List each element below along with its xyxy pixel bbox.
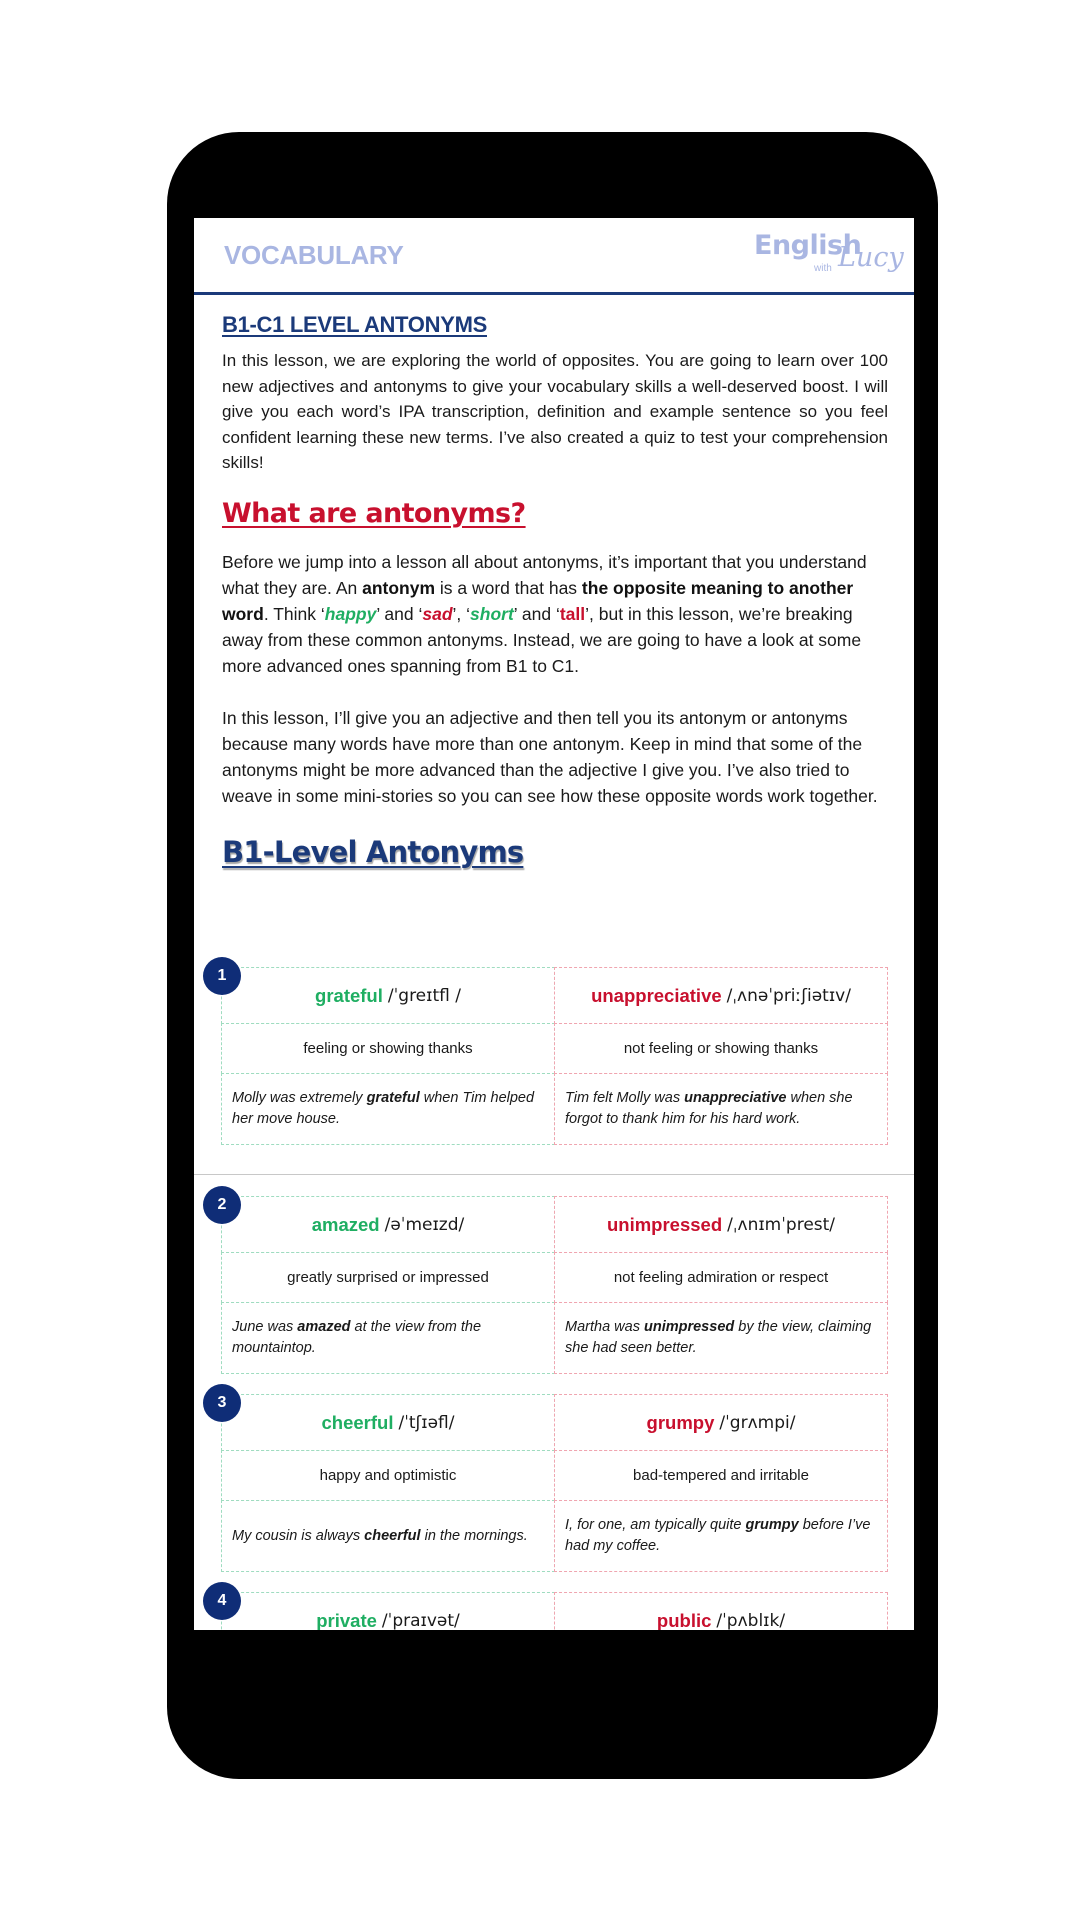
example-bold-word: cheerful <box>364 1527 421 1544</box>
section-title: VOCABULARY <box>224 240 404 270</box>
definition-cell: bad-tempered and irritable <box>554 1450 888 1501</box>
text-run: June was <box>232 1319 298 1335</box>
intro-paragraph: In this lesson, we are exploring the wor… <box>222 351 888 472</box>
example-bold-word: unimpressed <box>643 1319 735 1335</box>
adjective-column: cheerful/ˈtʃɪəfl/ happy and optimistic M… <box>221 1394 555 1572</box>
lesson-heading: B1-C1 LEVEL ANTONYMS <box>222 312 487 337</box>
bold-term: antonym <box>362 577 436 598</box>
english-with-lucy-logo: English with Lucy <box>754 230 904 282</box>
example-cell: I, for one, am typically quite grumpy be… <box>554 1500 888 1572</box>
example-word-tall: tall <box>559 603 586 624</box>
b1-level-heading: B1-Level Antonyms <box>222 834 524 869</box>
explanation-paragraph: In this lesson, I’ll give you an adjecti… <box>222 707 878 806</box>
antonym-word: public <box>656 1609 712 1631</box>
ipa-transcription: /ˈpʌblɪk/ <box>716 1610 786 1631</box>
antonym-column: unimpressed/ˌʌnɪmˈprest/ not feeling adm… <box>554 1196 888 1374</box>
ipa-transcription: /ˌʌnəˈpriːʃiətɪv/ <box>726 985 851 1006</box>
antonym-card: 3 cheerful/ˈtʃɪəfl/ happy and optimistic… <box>203 1384 888 1572</box>
example-bold-word: unappreciative <box>684 1090 787 1106</box>
definition-cell: happy and optimistic <box>221 1450 555 1501</box>
text-run: ’ and ‘ <box>376 603 423 624</box>
word-cell: unappreciative/ˌʌnəˈpriːʃiətɪv/ <box>554 967 888 1024</box>
adjective-column: private/ˈpraɪvət/ <box>221 1592 555 1630</box>
definition-cell: not feeling admiration or respect <box>554 1252 888 1303</box>
text-run: ’ and ‘ <box>513 603 560 624</box>
antonym-word: grumpy <box>646 1411 715 1433</box>
word-cell: public/ˈpʌblɪk/ <box>554 1592 888 1630</box>
ipa-transcription: /ˌʌnɪmˈprest/ <box>727 1214 836 1235</box>
example-word-short: short <box>470 603 514 624</box>
card-number-badge: 4 <box>203 1582 241 1620</box>
example-cell: Molly was extremely grateful when Tim he… <box>221 1073 555 1145</box>
text-run: in the mornings. <box>420 1527 528 1544</box>
adjective-column: amazed/əˈmeɪzd/ greatly surprised or imp… <box>221 1196 555 1374</box>
adjective-word: private <box>316 1609 377 1631</box>
antonym-word: unimpressed <box>606 1213 723 1235</box>
antonym-card: 2 amazed/əˈmeɪzd/ greatly surprised or i… <box>203 1186 888 1374</box>
antonym-card: 4 private/ˈpraɪvət/ public/ˈpʌblɪk/ <box>203 1582 888 1630</box>
card-number-badge: 1 <box>203 957 241 995</box>
page-break-divider <box>194 1174 914 1175</box>
definition-paragraph: Before we jump into a lesson all about a… <box>222 549 888 679</box>
example-bold-word: amazed <box>297 1319 351 1335</box>
adjective-word: grateful <box>315 984 383 1006</box>
example-word-sad: sad <box>422 603 453 624</box>
card-number-badge: 2 <box>203 1186 241 1224</box>
example-word-happy: happy <box>324 603 377 624</box>
document-content: B1-C1 LEVEL ANTONYMS In this lesson, we … <box>222 312 888 869</box>
card-number-badge: 3 <box>203 1384 241 1422</box>
antonym-word: unappreciative <box>591 984 722 1006</box>
word-cell: unimpressed/ˌʌnɪmˈprest/ <box>554 1196 888 1253</box>
word-cell: private/ˈpraɪvət/ <box>221 1592 555 1630</box>
text-run: is a word that has <box>435 577 582 598</box>
text-run: . Think ‘ <box>263 603 325 624</box>
word-cell: amazed/əˈmeɪzd/ <box>221 1196 555 1253</box>
page-header: VOCABULARY English with Lucy <box>194 218 914 295</box>
example-cell: My cousin is always cheerful in the morn… <box>221 1500 555 1572</box>
logo-script-text: Lucy <box>838 242 904 273</box>
text-run: Martha was <box>565 1319 644 1335</box>
text-run: My cousin is always <box>232 1527 365 1544</box>
ipa-transcription: /əˈmeɪzd/ <box>384 1214 465 1235</box>
ipa-transcription: /ˈgrʌmpi/ <box>719 1412 796 1433</box>
word-cell: grateful/ˈgreɪtfl / <box>221 967 555 1024</box>
definition-cell: feeling or showing thanks <box>221 1023 555 1074</box>
document-viewport[interactable]: VOCABULARY English with Lucy B1-C1 LEVEL… <box>194 218 914 1630</box>
what-are-antonyms-heading: What are antonyms? <box>222 497 526 529</box>
antonym-column: unappreciative/ˌʌnəˈpriːʃiətɪv/ not feel… <box>554 967 888 1145</box>
antonym-column: public/ˈpʌblɪk/ <box>554 1592 888 1630</box>
adjective-column: grateful/ˈgreɪtfl / feeling or showing t… <box>221 967 555 1145</box>
definition-cell: greatly surprised or impressed <box>221 1252 555 1303</box>
word-cell: cheerful/ˈtʃɪəfl/ <box>221 1394 555 1451</box>
example-bold-word: grumpy <box>745 1517 799 1533</box>
ipa-transcription: /ˈtʃɪəfl/ <box>398 1412 455 1433</box>
adjective-word: cheerful <box>321 1411 394 1433</box>
example-cell: June was amazed at the view from the mou… <box>221 1302 555 1374</box>
ipa-transcription: /ˈpraɪvət/ <box>381 1610 460 1631</box>
definition-cell: not feeling or showing thanks <box>554 1023 888 1074</box>
ipa-transcription: /ˈgreɪtfl / <box>387 985 461 1006</box>
adjective-word: amazed <box>311 1213 380 1235</box>
text-run: Tim felt Molly was <box>565 1090 685 1106</box>
word-cell: grumpy/ˈgrʌmpi/ <box>554 1394 888 1451</box>
example-cell: Martha was unimpressed by the view, clai… <box>554 1302 888 1374</box>
text-run: I, for one, am typically quite <box>565 1517 746 1533</box>
example-cell: Tim felt Molly was unappreciative when s… <box>554 1073 888 1145</box>
logo-small-text: with <box>814 263 832 274</box>
antonym-card: 1 grateful/ˈgreɪtfl / feeling or showing… <box>203 957 888 1145</box>
example-bold-word: grateful <box>366 1090 420 1106</box>
antonym-column: grumpy/ˈgrʌmpi/ bad-tempered and irritab… <box>554 1394 888 1572</box>
text-run: ’, ‘ <box>452 603 471 624</box>
text-run: Molly was extremely <box>232 1090 367 1106</box>
